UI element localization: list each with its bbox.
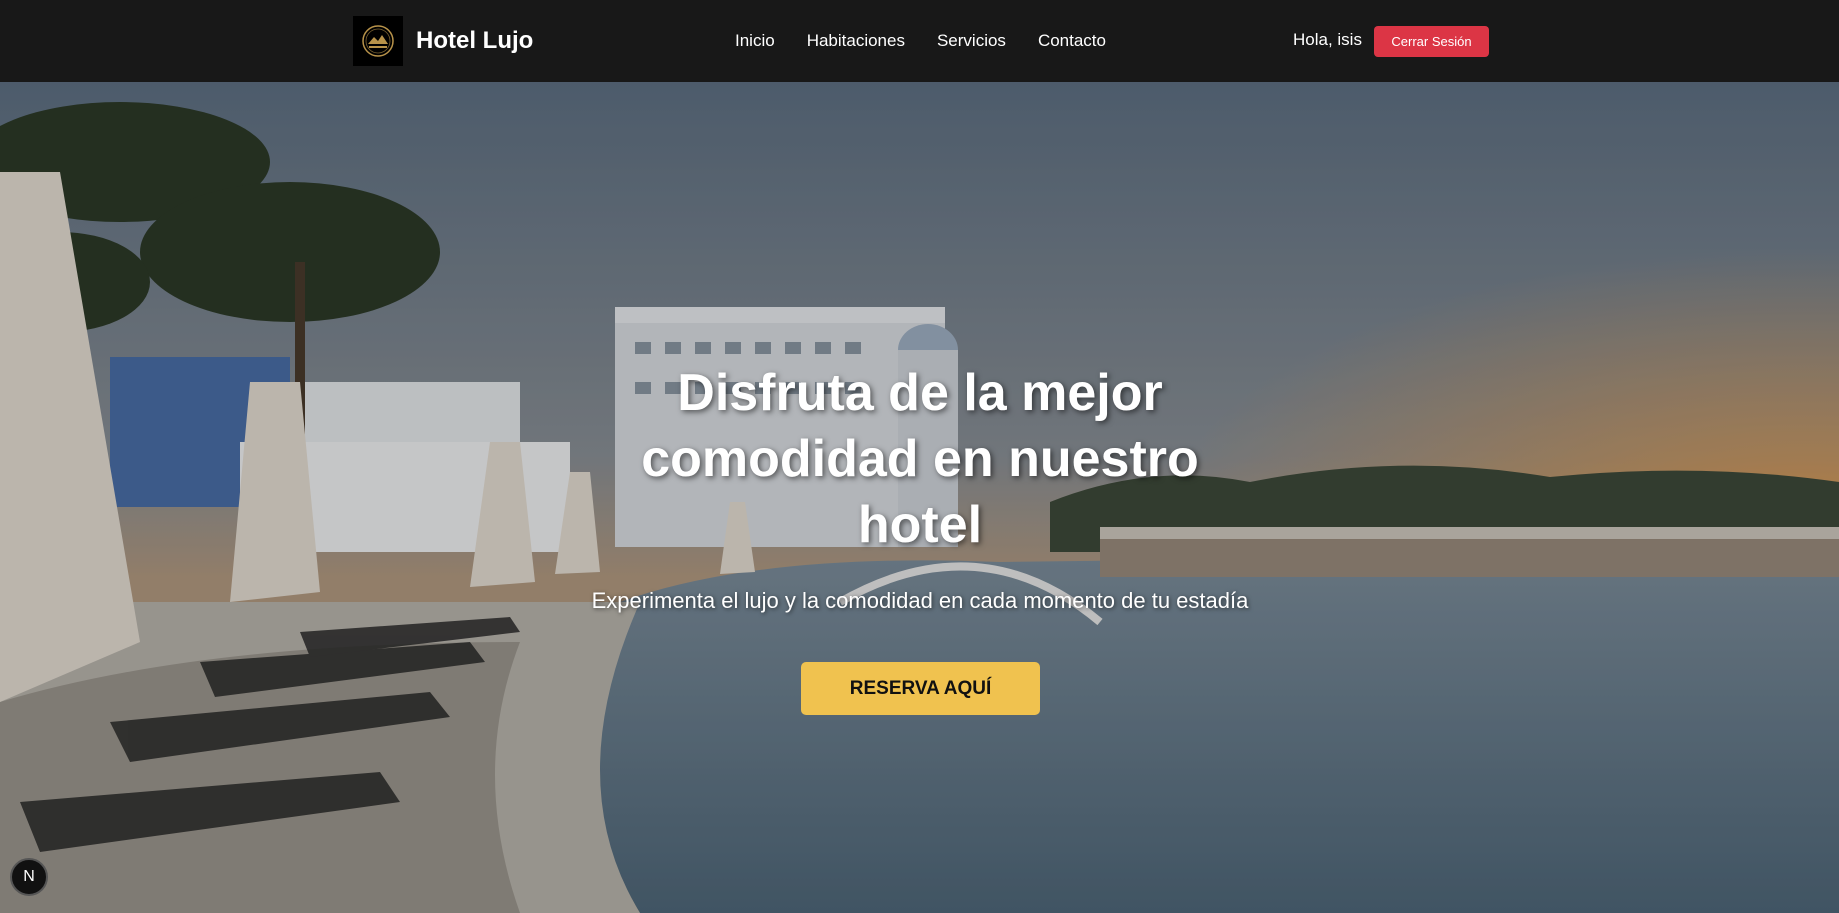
navbar: Hotel Lujo Inicio Habitaciones Servicios… (0, 0, 1839, 82)
hero-content: Disfruta de la mejor comodidad en nuestr… (0, 82, 1839, 913)
nav-link-contacto[interactable]: Contacto (1038, 31, 1106, 51)
dev-tools-badge[interactable]: N (10, 858, 48, 896)
main-nav: Inicio Habitaciones Servicios Contacto (735, 30, 1106, 52)
user-greeting: Hola, isis (1293, 30, 1362, 49)
hero-title: Disfruta de la mejor comodidad en nuestr… (641, 364, 1199, 554)
reserve-button[interactable]: RESERVA AQUÍ (801, 662, 1040, 715)
brand[interactable]: Hotel Lujo (353, 16, 533, 66)
nav-link-habitaciones[interactable]: Habitaciones (807, 31, 905, 51)
hotel-logo-icon (353, 16, 403, 66)
hero-subtitle: Experimenta el lujo y la comodidad en ca… (591, 588, 1249, 613)
nav-link-servicios[interactable]: Servicios (937, 31, 1006, 51)
hero-section: Disfruta de la mejor comodidad en nuestr… (0, 82, 1839, 913)
brand-name: Hotel Lujo (416, 27, 534, 54)
nav-link-inicio[interactable]: Inicio (735, 31, 775, 51)
logout-button[interactable]: Cerrar Sesión (1374, 26, 1489, 57)
